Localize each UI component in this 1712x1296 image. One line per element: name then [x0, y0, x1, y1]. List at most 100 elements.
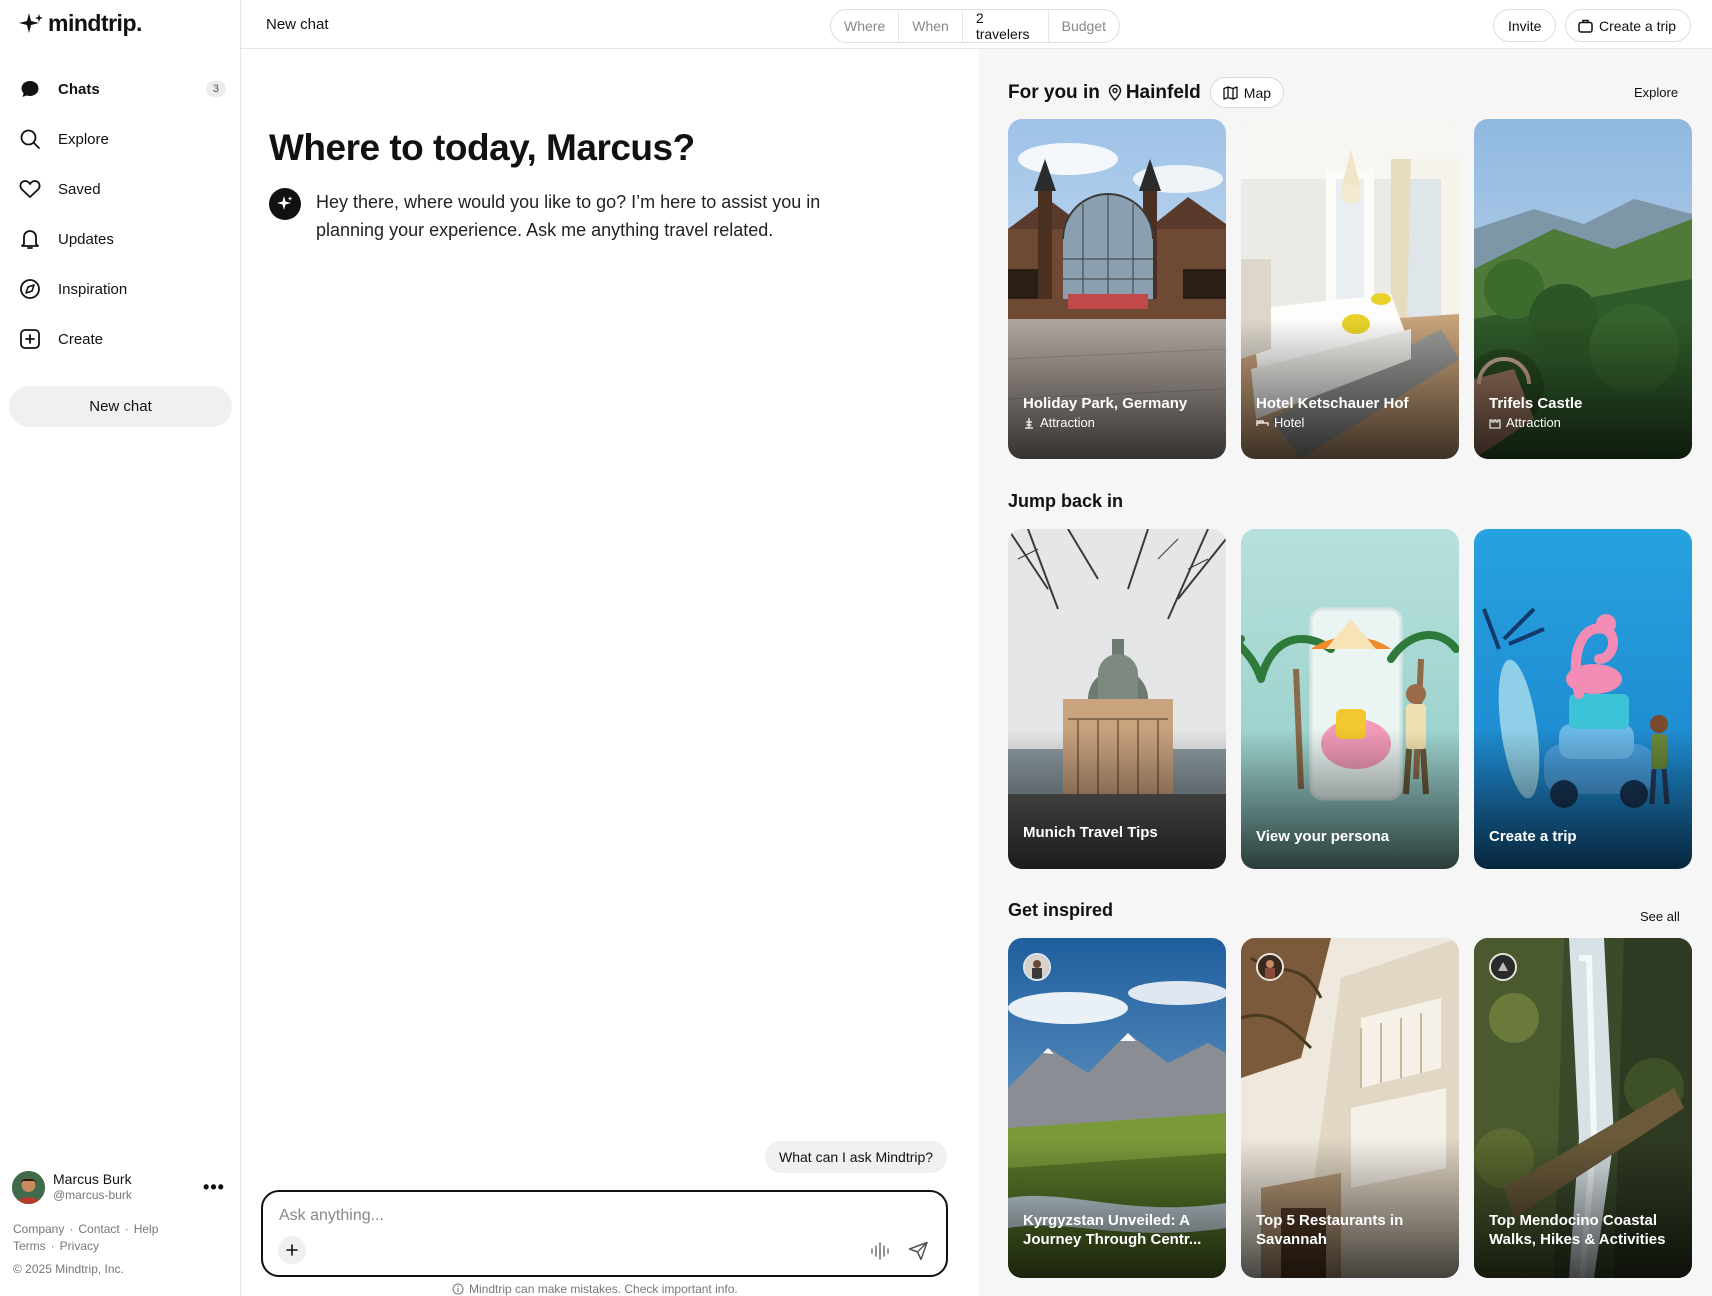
card-title: Hotel Ketschauer Hof — [1256, 395, 1409, 412]
chats-count-badge: 3 — [205, 81, 226, 97]
map-icon — [1223, 85, 1238, 100]
sidebar-item-chats[interactable]: Chats 3 — [10, 64, 232, 114]
footer-link-terms[interactable]: Terms — [13, 1239, 46, 1253]
card-title: Create a trip — [1489, 828, 1577, 845]
guide-card-mendocino-walks[interactable]: Top Mendocino Coastal Walks, Hikes & Act… — [1474, 938, 1692, 1278]
footer-link-company[interactable]: Company — [13, 1222, 64, 1236]
user-info: Marcus Burk @marcus-burk — [53, 1171, 201, 1202]
guide-card-savannah-restaurants[interactable]: Top 5 Restaurants in Savannah — [1241, 938, 1459, 1278]
sidebar-item-label: Explore — [58, 130, 109, 148]
explore-link[interactable]: Explore — [1634, 85, 1678, 100]
sidebar-item-create[interactable]: Create — [10, 314, 232, 364]
sidebar-item-label: Saved — [58, 180, 101, 198]
card-shade — [1241, 1138, 1459, 1278]
page-title: New chat — [266, 16, 329, 33]
author-avatar — [1023, 953, 1051, 981]
avatar — [12, 1170, 45, 1204]
sidebar-item-updates[interactable]: Updates — [10, 214, 232, 264]
voice-waveform-icon[interactable] — [867, 1238, 893, 1264]
filter-budget[interactable]: Budget — [1049, 10, 1119, 42]
card-title: Top 5 Restaurants in Savannah — [1256, 1212, 1404, 1248]
place-card-hotel-ketschauer-hof[interactable]: Hotel Ketschauer Hof Hotel — [1241, 119, 1459, 459]
guide-card-kyrgyzstan[interactable]: Kyrgyzstan Unveiled: A Journey Through C… — [1008, 938, 1226, 1278]
place-card-holiday-park[interactable]: Holiday Park, Germany Attraction — [1008, 119, 1226, 459]
discover-panel: For you in Hainfeld Map Explore Holiday … — [979, 49, 1712, 1296]
plus-square-icon — [18, 327, 42, 351]
jump-card-munich-travel-tips[interactable]: Munich Travel Tips — [1008, 529, 1226, 869]
logo[interactable]: mindtrip. — [18, 10, 142, 37]
invite-button[interactable]: Invite — [1493, 9, 1557, 42]
filter-where[interactable]: Where — [831, 10, 900, 42]
sidebar-nav: Chats 3 Explore Saved Updates Inspiratio… — [10, 64, 232, 364]
bell-icon — [18, 227, 42, 251]
card-title: Top Mendocino Coastal Walks, Hikes & Act… — [1489, 1212, 1666, 1248]
disclaimer-text: Mindtrip can make mistakes. Check import… — [469, 1282, 738, 1296]
user-profile[interactable]: Marcus Burk @marcus-burk ••• — [12, 1169, 227, 1205]
place-card-trifels-castle[interactable]: Trifels Castle Attraction — [1474, 119, 1692, 459]
sidebar-item-label: Chats — [58, 80, 100, 98]
card-shade — [1241, 319, 1459, 459]
card-subtitle: Attraction — [1489, 415, 1561, 430]
attraction-icon — [1025, 417, 1033, 429]
card-shade — [1474, 729, 1692, 869]
suggestion-chip[interactable]: What can I ask Mindtrip? — [765, 1141, 948, 1173]
jump-card-view-your-persona[interactable]: View your persona — [1241, 529, 1459, 869]
card-shade — [1474, 1138, 1692, 1278]
assistant-sparkle-icon — [269, 188, 301, 220]
sidebar-item-saved[interactable]: Saved — [10, 164, 232, 214]
for-you-heading: For you in Hainfeld Map — [1008, 77, 1285, 108]
card-title: Kyrgyzstan Unveiled: A Journey Through C… — [1023, 1212, 1202, 1248]
sidebar-item-label: Updates — [58, 230, 114, 248]
logo-text: mindtrip. — [48, 10, 142, 36]
card-shade — [1008, 319, 1226, 459]
see-all-link[interactable]: See all — [1640, 909, 1680, 924]
map-button[interactable]: Map — [1209, 77, 1285, 108]
card-subtitle: Attraction — [1023, 415, 1095, 430]
card-shade — [1241, 729, 1459, 869]
jump-card-create-a-trip[interactable]: Create a trip — [1474, 529, 1692, 869]
suitcase-icon — [1578, 19, 1593, 33]
search-icon — [18, 127, 42, 151]
location-selector[interactable]: Hainfeld — [1108, 82, 1201, 104]
footer-links: Company · Contact · Help Terms · Privacy — [13, 1221, 223, 1255]
map-pin-icon — [1108, 84, 1122, 101]
send-icon[interactable] — [905, 1238, 931, 1264]
footer-link-privacy[interactable]: Privacy — [60, 1239, 99, 1253]
new-chat-button[interactable]: New chat — [9, 386, 232, 427]
card-shade — [1008, 1138, 1226, 1278]
attach-plus-icon[interactable] — [278, 1236, 306, 1264]
trip-filters: Where When 2 travelers Budget — [830, 9, 1120, 43]
footer-link-help[interactable]: Help — [134, 1222, 159, 1236]
get-inspired-heading: Get inspired — [1008, 900, 1114, 920]
more-options-button[interactable]: ••• — [201, 1177, 227, 1198]
user-handle: @marcus-burk — [53, 1188, 132, 1203]
card-title: Munich Travel Tips — [1023, 824, 1158, 841]
compass-icon — [18, 277, 42, 301]
info-icon — [452, 1283, 464, 1295]
sidebar-item-label: Create — [58, 330, 104, 348]
card-type: Hotel — [1274, 415, 1305, 430]
separator-dot: · — [124, 1222, 129, 1236]
filter-when[interactable]: When — [899, 10, 963, 42]
chat-panel: Where to today, Marcus? Hey there, where… — [241, 49, 979, 1296]
greeting-heading: Where to today, Marcus? — [269, 127, 695, 168]
sidebar-item-label: Inspiration — [58, 280, 128, 298]
filter-travelers[interactable]: 2 travelers — [963, 10, 1049, 42]
create-trip-label: Create a trip — [1599, 17, 1677, 34]
card-title: View your persona — [1256, 828, 1390, 845]
card-shade — [1474, 319, 1692, 459]
chat-input[interactable] — [279, 1204, 919, 1228]
sidebar-item-explore[interactable]: Explore — [10, 114, 232, 164]
assistant-message-text: Hey there, where would you like to go? I… — [316, 192, 821, 240]
user-name: Marcus Burk — [53, 1171, 132, 1188]
top-header: New chat Where When 2 travelers Budget I… — [241, 0, 1712, 49]
disclaimer: Mindtrip can make mistakes. Check import… — [452, 1282, 738, 1296]
sidebar-item-inspiration[interactable]: Inspiration — [10, 264, 232, 314]
separator-dot: · — [50, 1239, 55, 1253]
card-shade — [1008, 729, 1226, 869]
footer-link-contact[interactable]: Contact — [78, 1222, 119, 1236]
sparkle-logo-icon — [19, 12, 43, 33]
author-avatar — [1256, 953, 1284, 981]
create-trip-button[interactable]: Create a trip — [1565, 9, 1692, 42]
sidebar: mindtrip. Chats 3 Explore Saved Updates … — [0, 0, 241, 1296]
